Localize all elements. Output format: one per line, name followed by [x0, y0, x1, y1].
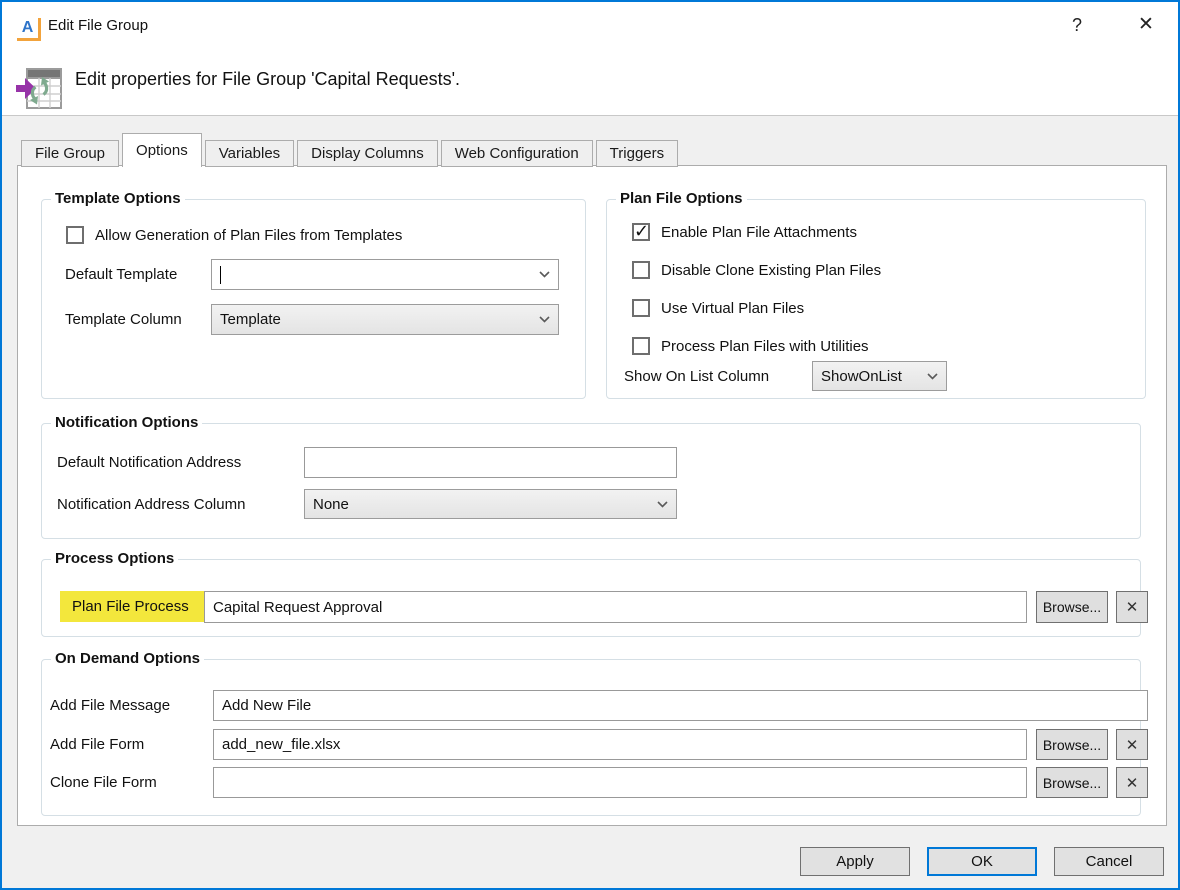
process-with-utilities-checkbox-row[interactable]: Process Plan Files with Utilities	[632, 337, 869, 355]
show-on-list-column-value: ShowOnList	[821, 368, 902, 385]
process-with-utilities-checkbox[interactable]	[632, 337, 650, 355]
clear-x-icon: ✕	[1126, 736, 1139, 754]
plan-file-options-title: Plan File Options	[616, 190, 747, 207]
default-notification-address-input[interactable]	[304, 447, 677, 478]
dialog-description: Edit properties for File Group 'Capital …	[75, 42, 460, 116]
enable-attachments-checkbox-row[interactable]: Enable Plan File Attachments	[632, 223, 857, 241]
titlebar: A Edit File Group ? ✕	[2, 2, 1178, 42]
add-file-form-label: Add File Form	[50, 729, 144, 760]
chevron-down-icon	[927, 373, 938, 380]
disable-clone-checkbox[interactable]	[632, 261, 650, 279]
process-options-group: Process Options Plan File Process Browse…	[41, 559, 1141, 637]
default-template-combobox[interactable]	[211, 259, 559, 290]
allow-generation-checkbox[interactable]	[66, 226, 84, 244]
app-icon-letter: A	[22, 20, 34, 36]
notification-options-group: Notification Options Default Notificatio…	[41, 423, 1141, 539]
tab-web-configuration[interactable]: Web Configuration	[441, 140, 593, 167]
options-tab-panel: Template Options Allow Generation of Pla…	[17, 165, 1167, 826]
notification-address-column-label: Notification Address Column	[57, 489, 245, 519]
allow-generation-label: Allow Generation of Plan Files from Temp…	[95, 227, 402, 244]
clear-x-icon: ✕	[1126, 598, 1139, 616]
clone-file-form-label: Clone File Form	[50, 767, 157, 798]
notification-address-column-combobox[interactable]: None	[304, 489, 677, 519]
edit-file-group-dialog: A Edit File Group ? ✕ Edit properties fo…	[0, 0, 1180, 890]
show-on-list-column-label: Show On List Column	[624, 361, 769, 391]
chevron-down-icon	[657, 501, 668, 508]
app-icon: A	[17, 18, 41, 41]
apply-button[interactable]: Apply	[800, 847, 910, 876]
clear-x-icon: ✕	[1126, 774, 1139, 792]
cancel-button[interactable]: Cancel	[1054, 847, 1164, 876]
plan-file-process-label: Plan File Process	[60, 591, 204, 622]
template-column-combobox[interactable]: Template	[211, 304, 559, 335]
virtual-plan-files-checkbox[interactable]	[632, 299, 650, 317]
template-column-label: Template Column	[65, 304, 182, 335]
window-title: Edit File Group	[48, 17, 148, 34]
tab-file-group[interactable]: File Group	[21, 140, 119, 167]
tab-variables[interactable]: Variables	[205, 140, 294, 167]
ok-button[interactable]: OK	[927, 847, 1037, 876]
dialog-header: Edit properties for File Group 'Capital …	[2, 42, 1178, 116]
add-file-form-clear-button[interactable]: ✕	[1116, 729, 1148, 760]
add-file-form-browse-button[interactable]: Browse...	[1036, 729, 1108, 760]
enable-attachments-label: Enable Plan File Attachments	[661, 224, 857, 241]
on-demand-options-group: On Demand Options Add File Message Add F…	[41, 659, 1141, 816]
template-options-title: Template Options	[51, 190, 185, 207]
disable-clone-checkbox-row[interactable]: Disable Clone Existing Plan Files	[632, 261, 881, 279]
add-file-message-input[interactable]	[213, 690, 1148, 721]
on-demand-options-title: On Demand Options	[51, 650, 204, 667]
close-icon[interactable]: ✕	[1130, 10, 1162, 38]
clone-file-form-clear-button[interactable]: ✕	[1116, 767, 1148, 798]
help-icon[interactable]: ?	[1064, 12, 1090, 38]
file-group-sync-icon	[15, 64, 63, 110]
disable-clone-label: Disable Clone Existing Plan Files	[661, 262, 881, 279]
default-template-label: Default Template	[65, 259, 177, 290]
tab-options[interactable]: Options	[122, 133, 202, 167]
chevron-down-icon	[539, 271, 550, 278]
show-on-list-column-combobox[interactable]: ShowOnList	[812, 361, 947, 391]
process-with-utilities-label: Process Plan Files with Utilities	[661, 338, 869, 355]
process-options-title: Process Options	[51, 550, 178, 567]
plan-file-process-clear-button[interactable]: ✕	[1116, 591, 1148, 623]
clone-file-form-input[interactable]	[213, 767, 1027, 798]
virtual-plan-files-label: Use Virtual Plan Files	[661, 300, 804, 317]
plan-file-process-input[interactable]	[204, 591, 1027, 623]
plan-file-options-group: Plan File Options Enable Plan File Attac…	[606, 199, 1146, 399]
tab-triggers[interactable]: Triggers	[596, 140, 678, 167]
default-notification-address-label: Default Notification Address	[57, 447, 241, 478]
add-file-form-input[interactable]	[213, 729, 1027, 760]
enable-attachments-checkbox[interactable]	[632, 223, 650, 241]
tab-display-columns[interactable]: Display Columns	[297, 140, 438, 167]
clone-file-form-browse-button[interactable]: Browse...	[1036, 767, 1108, 798]
plan-file-process-browse-button[interactable]: Browse...	[1036, 591, 1108, 623]
virtual-plan-files-checkbox-row[interactable]: Use Virtual Plan Files	[632, 299, 804, 317]
notification-address-column-value: None	[313, 496, 349, 513]
allow-generation-checkbox-row[interactable]: Allow Generation of Plan Files from Temp…	[66, 226, 402, 244]
add-file-message-label: Add File Message	[50, 690, 170, 721]
tab-strip: File Group Options Variables Display Col…	[21, 133, 681, 167]
template-column-value: Template	[220, 311, 281, 328]
chevron-down-icon	[539, 316, 550, 323]
notification-options-title: Notification Options	[51, 414, 202, 431]
template-options-group: Template Options Allow Generation of Pla…	[41, 199, 586, 399]
text-caret	[220, 266, 221, 284]
